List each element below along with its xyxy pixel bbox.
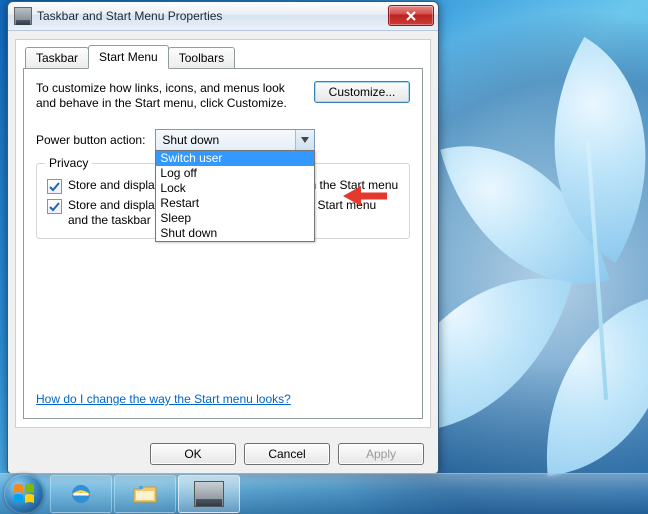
combobox-value: Shut down <box>156 130 295 150</box>
checkmark-icon <box>49 182 60 192</box>
ie-icon <box>67 482 95 506</box>
power-option-shut-down[interactable]: Shut down <box>156 226 314 241</box>
taskbar-properties-button[interactable] <box>178 475 240 513</box>
taskbar[interactable] <box>0 473 648 514</box>
power-button-action-label: Power button action: <box>36 133 145 147</box>
power-dropdown-list: Switch user Log off Lock Restart Sleep S… <box>155 150 315 242</box>
taskbar-properties-icon <box>14 7 32 25</box>
chevron-down-icon <box>301 137 309 143</box>
customize-button[interactable]: Customize... <box>314 81 410 103</box>
cancel-button[interactable]: Cancel <box>244 443 330 465</box>
windows-logo-icon <box>12 482 36 506</box>
tab-taskbar[interactable]: Taskbar <box>25 47 89 68</box>
tab-page-start-menu: To customize how links, icons, and menus… <box>23 68 423 419</box>
power-option-switch-user[interactable]: Switch user <box>156 151 314 166</box>
power-option-log-off[interactable]: Log off <box>156 166 314 181</box>
help-link[interactable]: How do I change the way the Start menu l… <box>36 392 410 406</box>
privacy-check1[interactable] <box>47 179 62 194</box>
tab-strip: Taskbar Start Menu Toolbars <box>25 46 423 68</box>
power-option-sleep[interactable]: Sleep <box>156 211 314 226</box>
close-button[interactable] <box>388 5 434 26</box>
tab-toolbars[interactable]: Toolbars <box>168 47 235 68</box>
client-area: Taskbar Start Menu Toolbars To customize… <box>15 39 431 428</box>
start-button[interactable] <box>4 474 44 514</box>
taskbar-ie-button[interactable] <box>50 475 112 513</box>
dialog-window: Taskbar and Start Menu Properties Taskba… <box>7 1 439 474</box>
titlebar[interactable]: Taskbar and Start Menu Properties <box>8 2 438 31</box>
checkmark-icon <box>49 202 60 212</box>
dialog-button-row: OK Cancel Apply <box>8 435 438 473</box>
folder-icon <box>131 482 159 506</box>
taskbar-explorer-button[interactable] <box>114 475 176 513</box>
customize-description: To customize how links, icons, and menus… <box>36 81 304 111</box>
taskbar-properties-icon <box>194 481 224 507</box>
tab-start-menu[interactable]: Start Menu <box>88 45 169 69</box>
power-option-lock[interactable]: Lock <box>156 181 314 196</box>
close-icon <box>406 11 416 21</box>
power-button-action-combobox[interactable]: Shut down Switch user Log off Lock Resta… <box>155 129 315 151</box>
privacy-check2[interactable] <box>47 199 62 214</box>
apply-button[interactable]: Apply <box>338 443 424 465</box>
privacy-legend: Privacy <box>45 156 92 170</box>
window-title: Taskbar and Start Menu Properties <box>37 9 222 23</box>
ok-button[interactable]: OK <box>150 443 236 465</box>
power-option-restart[interactable]: Restart <box>156 196 314 211</box>
combobox-dropdown-button[interactable] <box>295 130 314 150</box>
